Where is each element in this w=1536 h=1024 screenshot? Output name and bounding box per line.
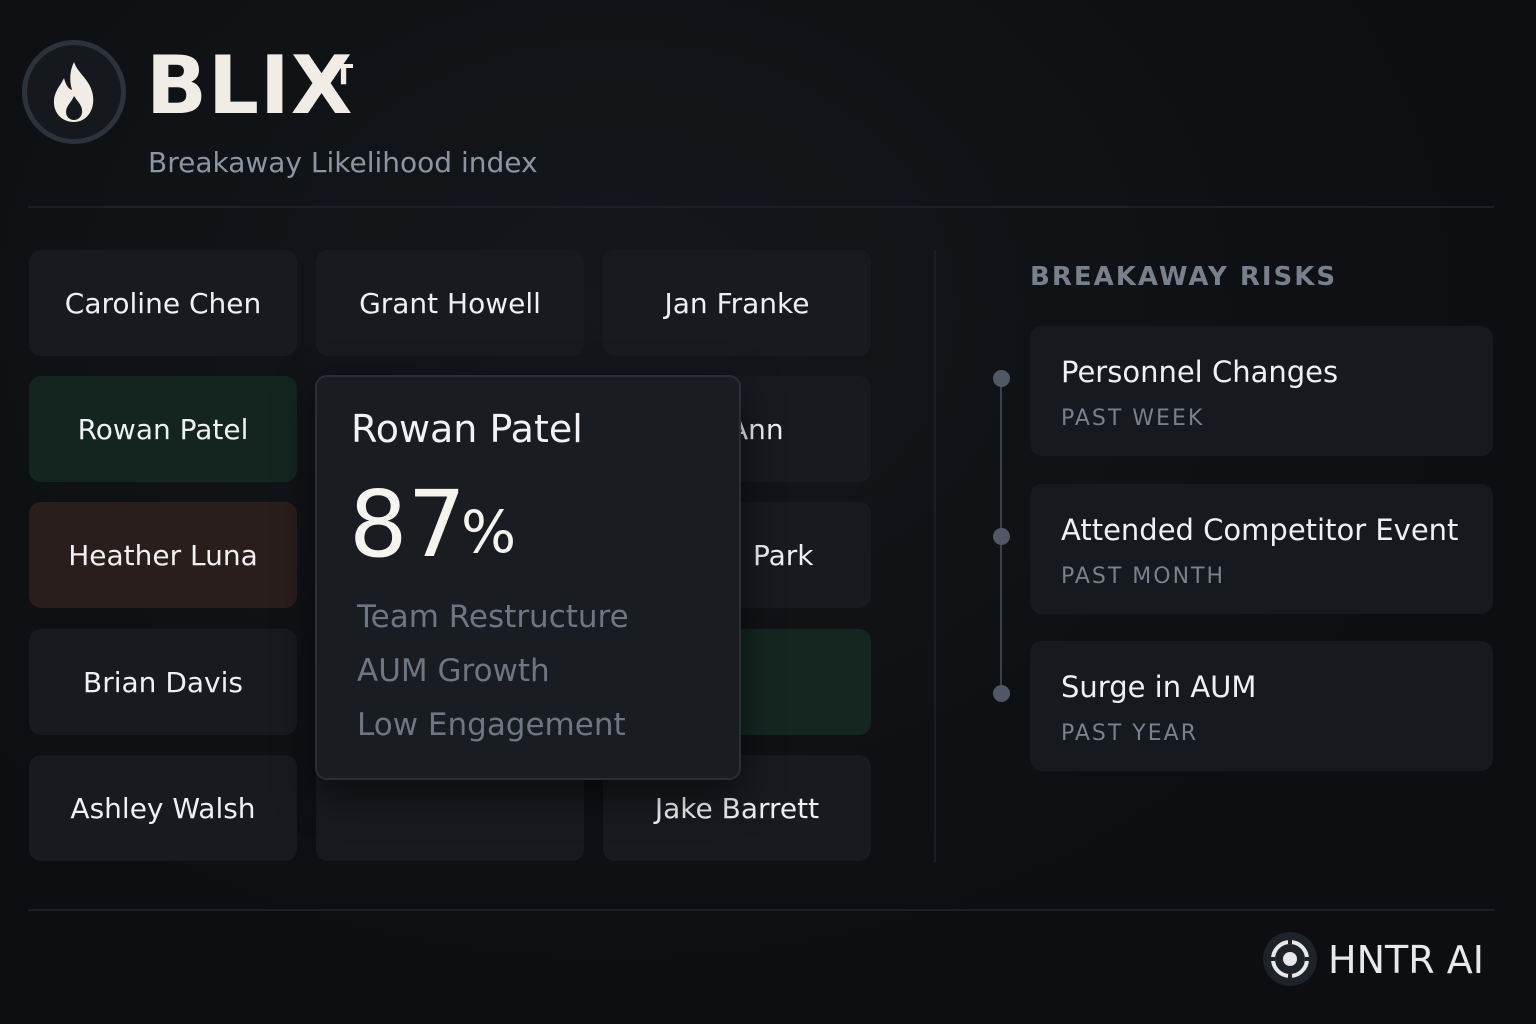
blix-dashboard: BLIX T Breakaway Likelihood index Caroli… — [0, 0, 1536, 1024]
brand-subtitle: Breakaway Likelihood index — [148, 146, 538, 179]
advisor-name: Caroline Chen — [64, 286, 262, 320]
risk-timeframe: PAST MONTH — [1061, 564, 1226, 589]
brand-superscript: T — [334, 58, 354, 91]
panel-divider — [934, 250, 936, 862]
risk-card[interactable]: Attended Competitor Event PAST MONTH — [1030, 484, 1493, 614]
advisor-name: Jan Franke — [664, 286, 810, 320]
advisor-tile[interactable]: Ashley Walsh — [29, 755, 297, 861]
advisor-name: Park — [753, 538, 814, 572]
risk-card[interactable]: Personnel Changes PAST WEEK — [1030, 326, 1493, 456]
footer-brand: HNTR AI — [1328, 938, 1484, 982]
flame-icon — [53, 62, 94, 122]
blix-logo-badge — [22, 40, 126, 144]
risk-title: Surge in AUM — [1061, 670, 1257, 704]
advisor-tile[interactable]: Heather Luna — [29, 502, 297, 608]
popup-score-unit: % — [461, 498, 517, 566]
footer-divider — [28, 909, 1494, 911]
target-icon — [1263, 932, 1317, 986]
timeline-dot — [993, 370, 1010, 387]
risks-title: BREAKAWAY RISKS — [1030, 262, 1338, 292]
risk-title: Attended Competitor Event — [1061, 513, 1459, 547]
risk-title: Personnel Changes — [1061, 355, 1339, 389]
brand-title: BLIX — [146, 39, 354, 132]
advisor-detail-popup: Rowan Patel 87 % Team Restructure AUM Gr… — [315, 375, 741, 780]
timeline-dot — [993, 685, 1010, 702]
popup-factor: Team Restructure — [357, 599, 629, 635]
advisor-tile[interactable]: Grant Howell — [316, 250, 584, 356]
header-divider — [28, 206, 1494, 208]
popup-factor: Low Engagement — [357, 707, 626, 743]
advisor-name: Jake Barrett — [654, 791, 820, 825]
advisor-name: Ashley Walsh — [70, 791, 256, 825]
advisor-tile[interactable]: Brian Davis — [29, 629, 297, 735]
advisor-tile[interactable]: Caroline Chen — [29, 250, 297, 356]
popup-score: 87 — [349, 471, 467, 578]
advisor-name: Rowan Patel — [77, 412, 249, 446]
popup-factor: AUM Growth — [357, 653, 550, 689]
popup-advisor-name: Rowan Patel — [351, 407, 583, 451]
advisor-tile-selected[interactable]: Rowan Patel — [29, 376, 297, 482]
risk-card[interactable]: Surge in AUM PAST YEAR — [1030, 641, 1493, 771]
advisor-name: Heather Luna — [68, 538, 258, 572]
risk-timeframe: PAST YEAR — [1061, 721, 1198, 746]
risk-timeframe: PAST WEEK — [1061, 406, 1205, 431]
advisor-tile[interactable]: Jan Franke — [603, 250, 871, 356]
advisor-name: Grant Howell — [359, 286, 541, 320]
timeline-dot — [993, 528, 1010, 545]
advisor-name: Brian Davis — [83, 665, 243, 699]
